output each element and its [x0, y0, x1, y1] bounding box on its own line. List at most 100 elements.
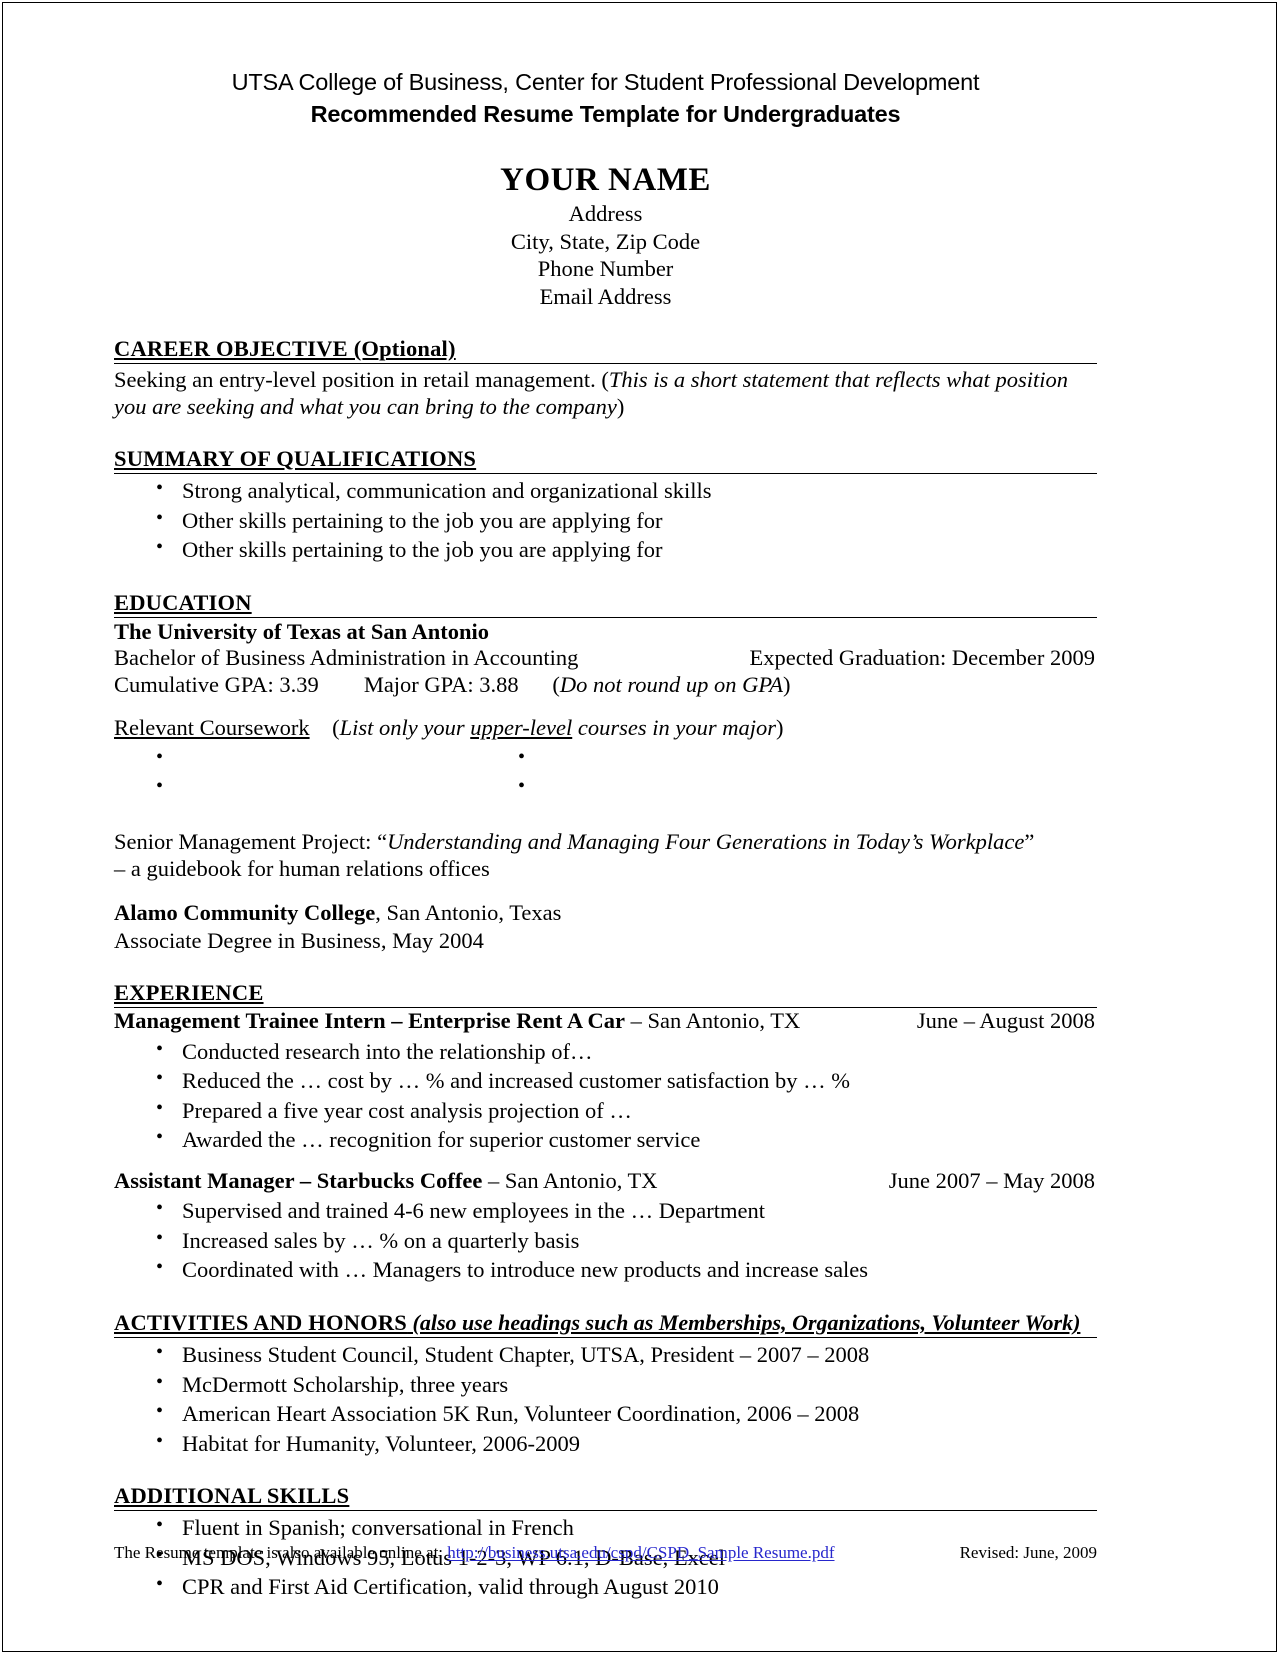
- coursework-columns: [114, 744, 1097, 802]
- college2-degree: Associate Degree in Business, May 2004: [114, 927, 484, 953]
- job-title: Management Trainee Intern – Enterprise R…: [114, 1008, 625, 1034]
- candidate-city-state-zip: City, State, Zip Code: [510, 228, 701, 254]
- section-education: EDUCATION The University of Texas at San…: [114, 590, 1097, 954]
- coursework-note-close: ): [775, 715, 784, 741]
- list-item: Prepared a five year cost analysis proje…: [114, 1097, 1097, 1125]
- summary-bullet-list: Strong analytical, communication and org…: [114, 477, 1097, 564]
- coursework-note-underline: upper-level: [470, 715, 573, 741]
- list-item: Supervised and trained 4-6 new employees…: [114, 1197, 1097, 1225]
- resume-template-link[interactable]: http://business.utsa.edu/cspd/CSPD_Sampl…: [447, 1543, 834, 1562]
- experience-heading-row: EXPERIENCE: [114, 980, 1097, 1009]
- job-dates: June – August 2008: [916, 1008, 1095, 1034]
- additional-skills-heading: ADDITIONAL SKILLS: [114, 1483, 350, 1509]
- senior-project-title: Understanding and Managing Four Generati…: [387, 828, 1025, 854]
- job-dates: June 2007 – May 2008: [888, 1167, 1095, 1193]
- coursework-note-part1: List only your: [339, 715, 471, 741]
- list-item: Fluent in Spanish; conversational in Fre…: [114, 1514, 1097, 1542]
- relevant-coursework-row: Relevant Coursework (List only your uppe…: [114, 715, 1097, 742]
- footer-revised-date: Revised: June, 2009: [959, 1543, 1097, 1562]
- list-item: Other skills pertaining to the job you a…: [114, 536, 1097, 564]
- document-footer: The Resume template is also available on…: [114, 1543, 1097, 1563]
- activities-heading-note: (also use headings such as Memberships, …: [407, 1310, 1081, 1336]
- section-activities-and-honors: ACTIVITIES AND HONORS (also use headings…: [114, 1310, 1097, 1457]
- coursework-gap: [310, 715, 333, 740]
- career-objective-heading-row: CAREER OBJECTIVE (Optional): [114, 336, 1097, 364]
- education-graduation-date: Expected Graduation: December 2009: [749, 645, 1096, 671]
- gpa-note-close: ): [783, 671, 791, 697]
- senior-project-line: Senior Management Project: “Understandin…: [114, 829, 1097, 856]
- gpa-note-italic: Do not round up on GPA: [559, 671, 784, 697]
- section-career-objective: CAREER OBJECTIVE (Optional) Seeking an e…: [114, 336, 1097, 420]
- job-title-line: Assistant Manager – Starbucks Coffee – S…: [114, 1168, 658, 1195]
- job-location: – San Antonio, TX: [624, 1008, 801, 1034]
- education-cumulative-gpa: Cumulative GPA: 3.39: [114, 671, 319, 697]
- document-header: UTSA College of Business, Center for Stu…: [114, 0, 1097, 128]
- document-content: UTSA College of Business, Center for Stu…: [114, 0, 1097, 1601]
- senior-project-quote-close: ”: [1024, 828, 1035, 854]
- list-item: Other skills pertaining to the job you a…: [114, 507, 1097, 535]
- senior-project-subtitle: – a guidebook for human relations office…: [114, 856, 490, 882]
- education-school-name: The University of Texas at San Antonio: [114, 618, 490, 644]
- list-item: Conducted research into the relationship…: [114, 1038, 1097, 1066]
- list-item: CPR and First Aid Certification, valid t…: [114, 1573, 1097, 1601]
- list-item: Business Student Council, Student Chapte…: [114, 1341, 1097, 1369]
- education-gpa-row: Cumulative GPA: 3.39 Major GPA: 3.88 (Do…: [114, 672, 1097, 699]
- education-degree-row: Bachelor of Business Administration in A…: [114, 645, 1097, 672]
- list-item: McDermott Scholarship, three years: [114, 1371, 1097, 1399]
- experience-heading: EXPERIENCE: [114, 980, 264, 1006]
- candidate-address: Address: [568, 201, 643, 227]
- list-item: Reduced the … cost by … % and increased …: [114, 1067, 1097, 1095]
- list-item: Strong analytical, communication and org…: [114, 477, 1097, 505]
- senior-project-quote-open: “: [377, 828, 388, 854]
- job-title: Assistant Manager – Starbucks Coffee: [114, 1167, 483, 1193]
- relevant-coursework-label: Relevant Coursework: [114, 715, 310, 741]
- career-objective-close: ): [616, 393, 625, 419]
- coursework-column-left: [114, 744, 476, 802]
- activities-bullet-list: Business Student Council, Student Chapte…: [114, 1341, 1097, 1457]
- candidate-email: Email Address: [539, 283, 672, 309]
- activities-heading: ACTIVITIES AND HONORS: [114, 1310, 408, 1336]
- career-objective-plain: Seeking an entry-level position in retai…: [114, 367, 609, 392]
- job-bullet-list: Conducted research into the relationship…: [114, 1038, 1097, 1154]
- coursework-note-open: (: [332, 715, 340, 741]
- career-objective-heading: CAREER OBJECTIVE (Optional): [114, 336, 456, 361]
- experience-job-title-row: Assistant Manager – Starbucks Coffee – S…: [114, 1168, 1097, 1195]
- education-heading: EDUCATION: [114, 589, 252, 615]
- list-item: Coordinated with … Managers to introduce…: [114, 1257, 1097, 1284]
- coursework-left-list: [114, 746, 476, 802]
- list-item[interactable]: [476, 746, 838, 773]
- candidate-phone: Phone Number: [537, 256, 674, 282]
- education-college2-line: Alamo Community College, San Antonio, Te…: [114, 900, 1097, 927]
- coursework-note-part2: courses in your major: [572, 715, 776, 741]
- coursework-right-list: [476, 746, 838, 802]
- career-objective-text: Seeking an entry-level position in retai…: [114, 367, 1097, 420]
- list-item: Awarded the … recognition for superior c…: [114, 1126, 1097, 1154]
- job-title-line: Management Trainee Intern – Enterprise R…: [114, 1008, 800, 1035]
- header-title-line: Recommended Resume Template for Undergra…: [310, 100, 901, 127]
- header-org-line: UTSA College of Business, Center for Stu…: [231, 69, 980, 95]
- coursework-column-right: [476, 744, 838, 802]
- college2-location: , San Antonio, Texas: [375, 900, 562, 926]
- list-item[interactable]: [476, 775, 838, 802]
- list-item[interactable]: [114, 746, 476, 773]
- list-item: Increased sales by … % on a quarterly ba…: [114, 1227, 1097, 1255]
- education-heading-row: EDUCATION: [114, 590, 1097, 618]
- footer-note-line: The Resume template is also available on…: [114, 1543, 835, 1563]
- summary-heading: SUMMARY OF QUALIFICATIONS: [114, 446, 477, 472]
- list-item[interactable]: [114, 775, 476, 802]
- additional-skills-heading-row: ADDITIONAL SKILLS: [114, 1483, 1097, 1512]
- experience-job-title-row: Management Trainee Intern – Enterprise R…: [114, 1008, 1097, 1035]
- senior-project-label: Senior Management Project:: [114, 828, 378, 854]
- candidate-name: YOUR NAME: [500, 162, 711, 199]
- job-location: – San Antonio, TX: [482, 1167, 658, 1193]
- college2-name: Alamo Community College: [114, 900, 376, 926]
- resume-page: UTSA College of Business, Center for Stu…: [0, 0, 1281, 1656]
- footer-note-text: The Resume template is also available on…: [114, 1543, 448, 1562]
- activities-heading-row: ACTIVITIES AND HONORS (also use headings…: [114, 1310, 1097, 1339]
- job-bullet-list: Supervised and trained 4-6 new employees…: [114, 1197, 1097, 1284]
- list-item: American Heart Association 5K Run, Volun…: [114, 1400, 1097, 1428]
- summary-heading-row: SUMMARY OF QUALIFICATIONS: [114, 446, 1097, 475]
